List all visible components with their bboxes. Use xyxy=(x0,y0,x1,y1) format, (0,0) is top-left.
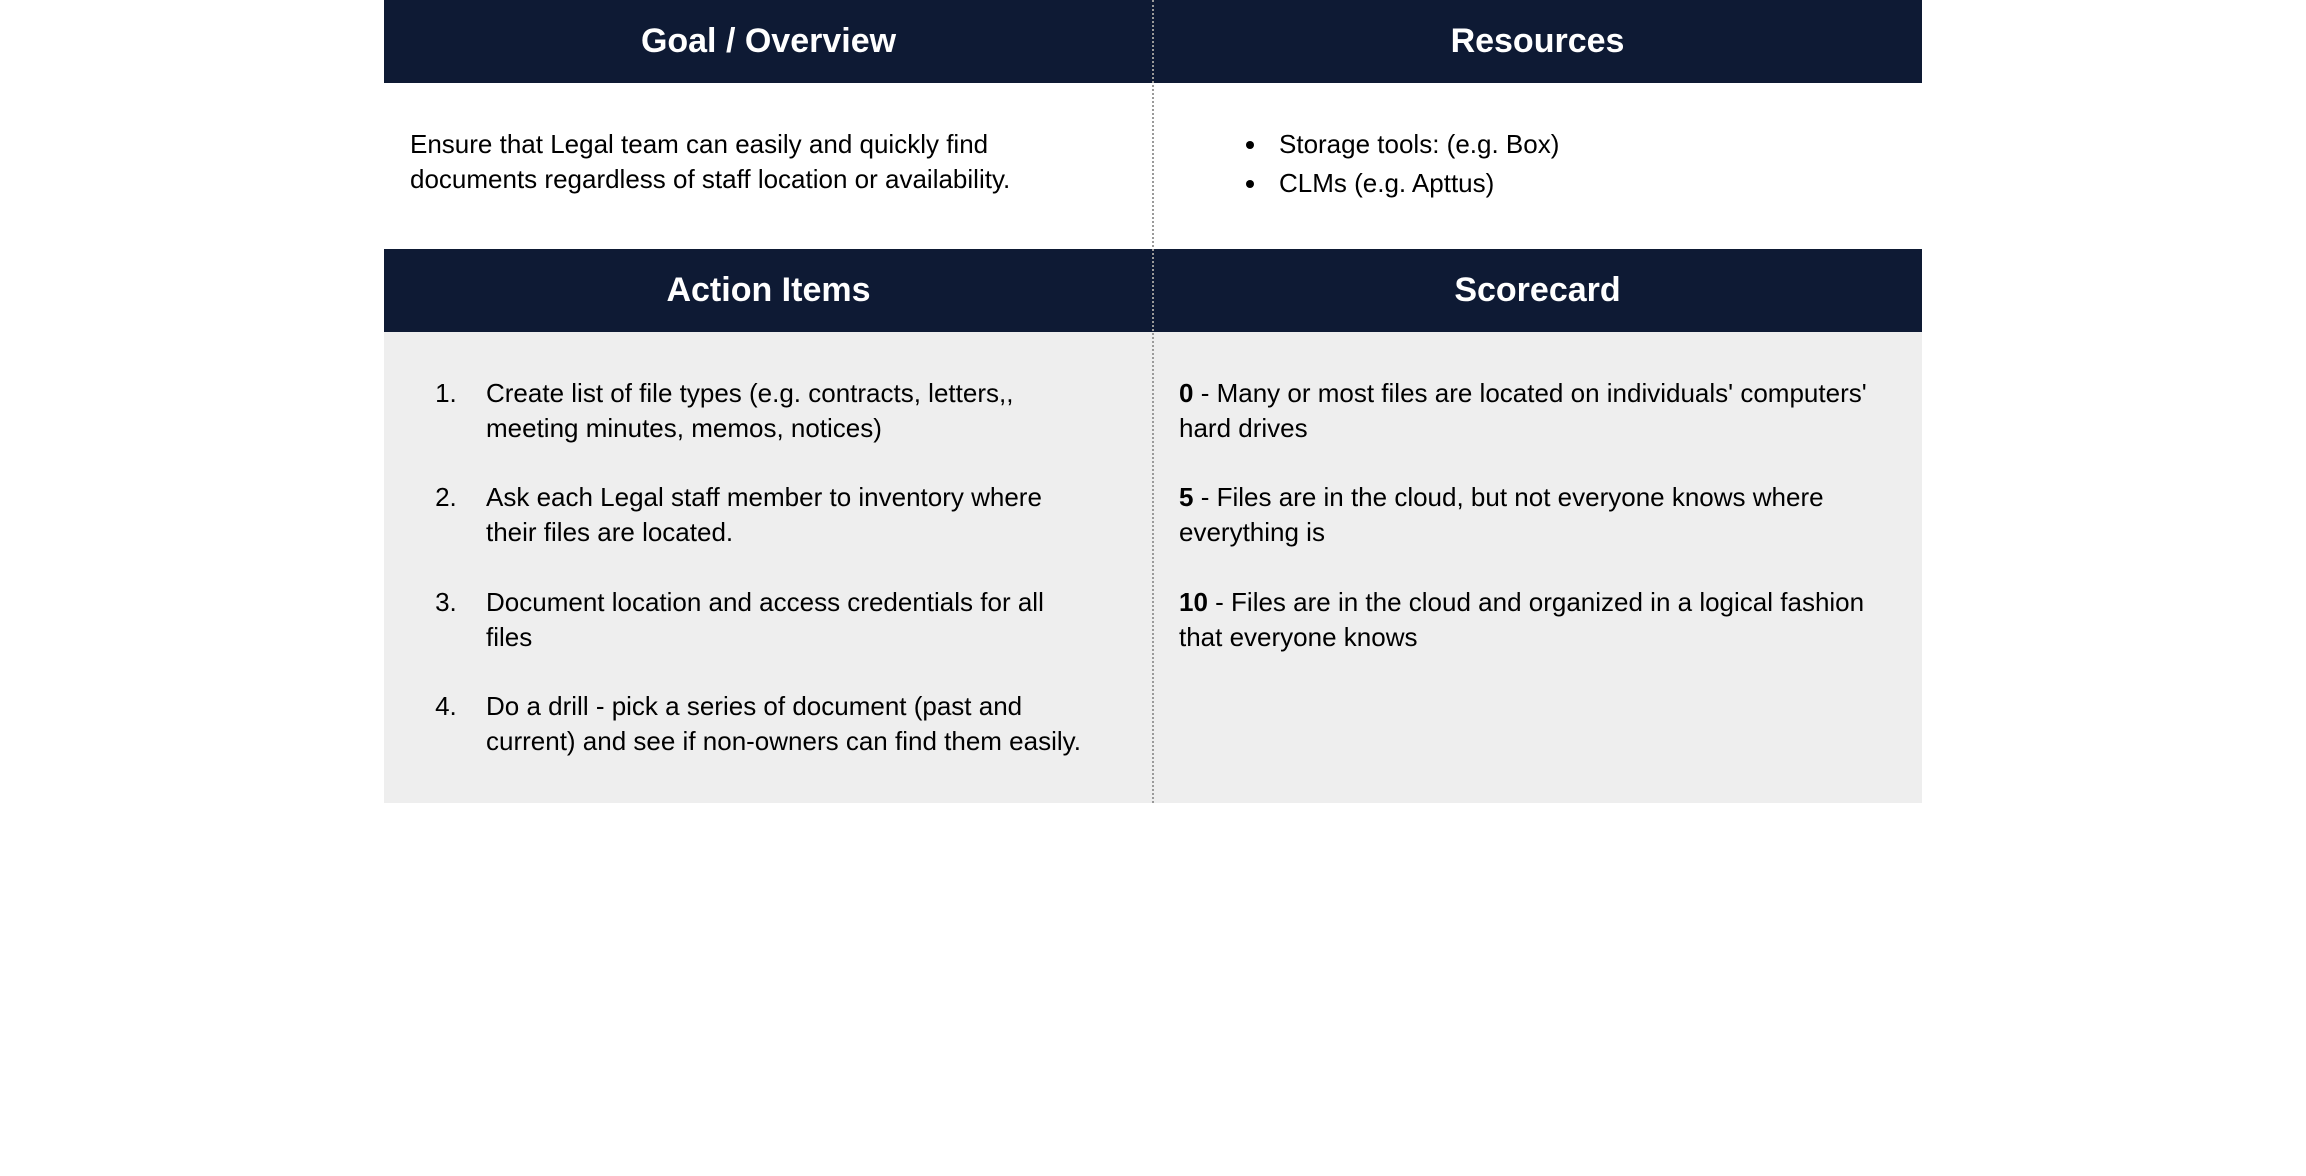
list-item: Document location and access credentials… xyxy=(464,585,1090,655)
list-item: Do a drill - pick a series of document (… xyxy=(464,689,1090,759)
quadrant-grid: Goal / Overview Resources Ensure that Le… xyxy=(384,0,1922,803)
score-text: Files are in the cloud and organized in … xyxy=(1179,587,1864,652)
goal-header: Goal / Overview xyxy=(384,0,1153,83)
score-item: 10 - Files are in the cloud and organize… xyxy=(1179,585,1896,655)
score-dash: - xyxy=(1193,378,1216,408)
resources-header: Resources xyxy=(1153,0,1922,83)
score-dash: - xyxy=(1208,587,1231,617)
score-text: Many or most files are located on indivi… xyxy=(1179,378,1867,443)
goal-content: Ensure that Legal team can easily and qu… xyxy=(384,83,1153,249)
score-value: 10 xyxy=(1179,587,1208,617)
list-item: Storage tools: (e.g. Box) xyxy=(1269,127,1896,162)
goal-text: Ensure that Legal team can easily and qu… xyxy=(410,127,1050,197)
score-text: Files are in the cloud, but not everyone… xyxy=(1179,482,1824,547)
actions-content: Create list of file types (e.g. contract… xyxy=(384,332,1153,803)
score-value: 5 xyxy=(1179,482,1193,512)
score-item: 0 - Many or most files are located on in… xyxy=(1179,376,1896,446)
scorecard-header: Scorecard xyxy=(1153,249,1922,332)
score-dash: - xyxy=(1193,482,1216,512)
list-item: Ask each Legal staff member to inventory… xyxy=(464,480,1090,550)
resources-list: Storage tools: (e.g. Box) CLMs (e.g. Apt… xyxy=(1179,127,1896,201)
list-item: CLMs (e.g. Apttus) xyxy=(1269,166,1896,201)
actions-list: Create list of file types (e.g. contract… xyxy=(410,376,1090,759)
score-value: 0 xyxy=(1179,378,1193,408)
scorecard-content: 0 - Many or most files are located on in… xyxy=(1153,332,1922,803)
actions-header: Action Items xyxy=(384,249,1153,332)
resources-content: Storage tools: (e.g. Box) CLMs (e.g. Apt… xyxy=(1153,83,1922,249)
list-item: Create list of file types (e.g. contract… xyxy=(464,376,1090,446)
score-item: 5 - Files are in the cloud, but not ever… xyxy=(1179,480,1896,550)
